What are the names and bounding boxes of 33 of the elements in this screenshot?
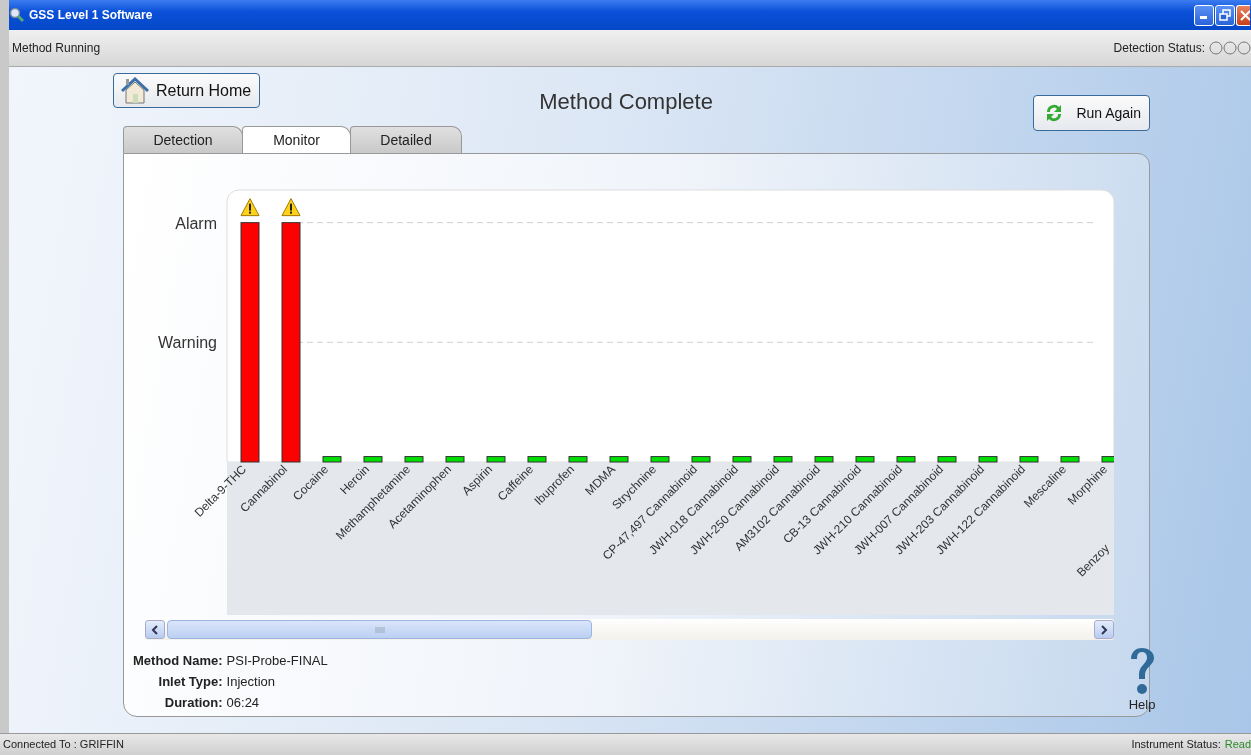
field-label: Duration: xyxy=(163,694,223,712)
y-axis-label: Warning xyxy=(158,334,217,352)
method-status-text: Method Running xyxy=(12,40,101,57)
instrument-status-value: Read xyxy=(1224,737,1251,753)
restore-button[interactable] xyxy=(1215,4,1235,26)
grip-icon xyxy=(374,626,385,633)
field-label: Inlet Type: xyxy=(157,673,223,691)
field-value: Injection xyxy=(226,673,276,691)
help-button[interactable]: Help xyxy=(1127,647,1157,715)
tab[interactable]: Monitor xyxy=(242,126,351,153)
minimize-button[interactable] xyxy=(1194,4,1214,26)
magnifier-icon xyxy=(9,7,25,23)
y-axis-label: Alarm xyxy=(175,214,217,232)
field-label: Method Name: xyxy=(133,652,223,670)
return-home-button[interactable]: Return Home xyxy=(113,73,261,108)
page-title: Method Complete xyxy=(539,89,713,114)
field-value: 06:24 xyxy=(226,694,261,712)
chevron-left-icon xyxy=(151,624,159,635)
restore-icon xyxy=(1219,9,1231,21)
field-value: PSI-Probe-FINAL xyxy=(226,652,328,670)
close-icon xyxy=(1240,9,1250,21)
status-lights-icon xyxy=(1209,41,1251,55)
horizontal-scrollbar[interactable] xyxy=(145,619,1114,640)
connection-status-text: Connected To : GRIFFIN xyxy=(3,737,124,753)
tab[interactable]: Detection xyxy=(123,126,243,153)
chevron-right-icon xyxy=(1100,624,1108,635)
instrument-status-label: Instrument Status: xyxy=(1131,737,1221,753)
tab[interactable]: Detailed xyxy=(350,126,462,153)
detection-status-label: Detection Status: xyxy=(1113,40,1205,57)
house-icon xyxy=(120,76,150,105)
window-title: GSS Level 1 Software xyxy=(28,7,153,24)
run-again-button[interactable]: Run Again xyxy=(1033,95,1150,131)
close-button[interactable] xyxy=(1236,4,1250,26)
